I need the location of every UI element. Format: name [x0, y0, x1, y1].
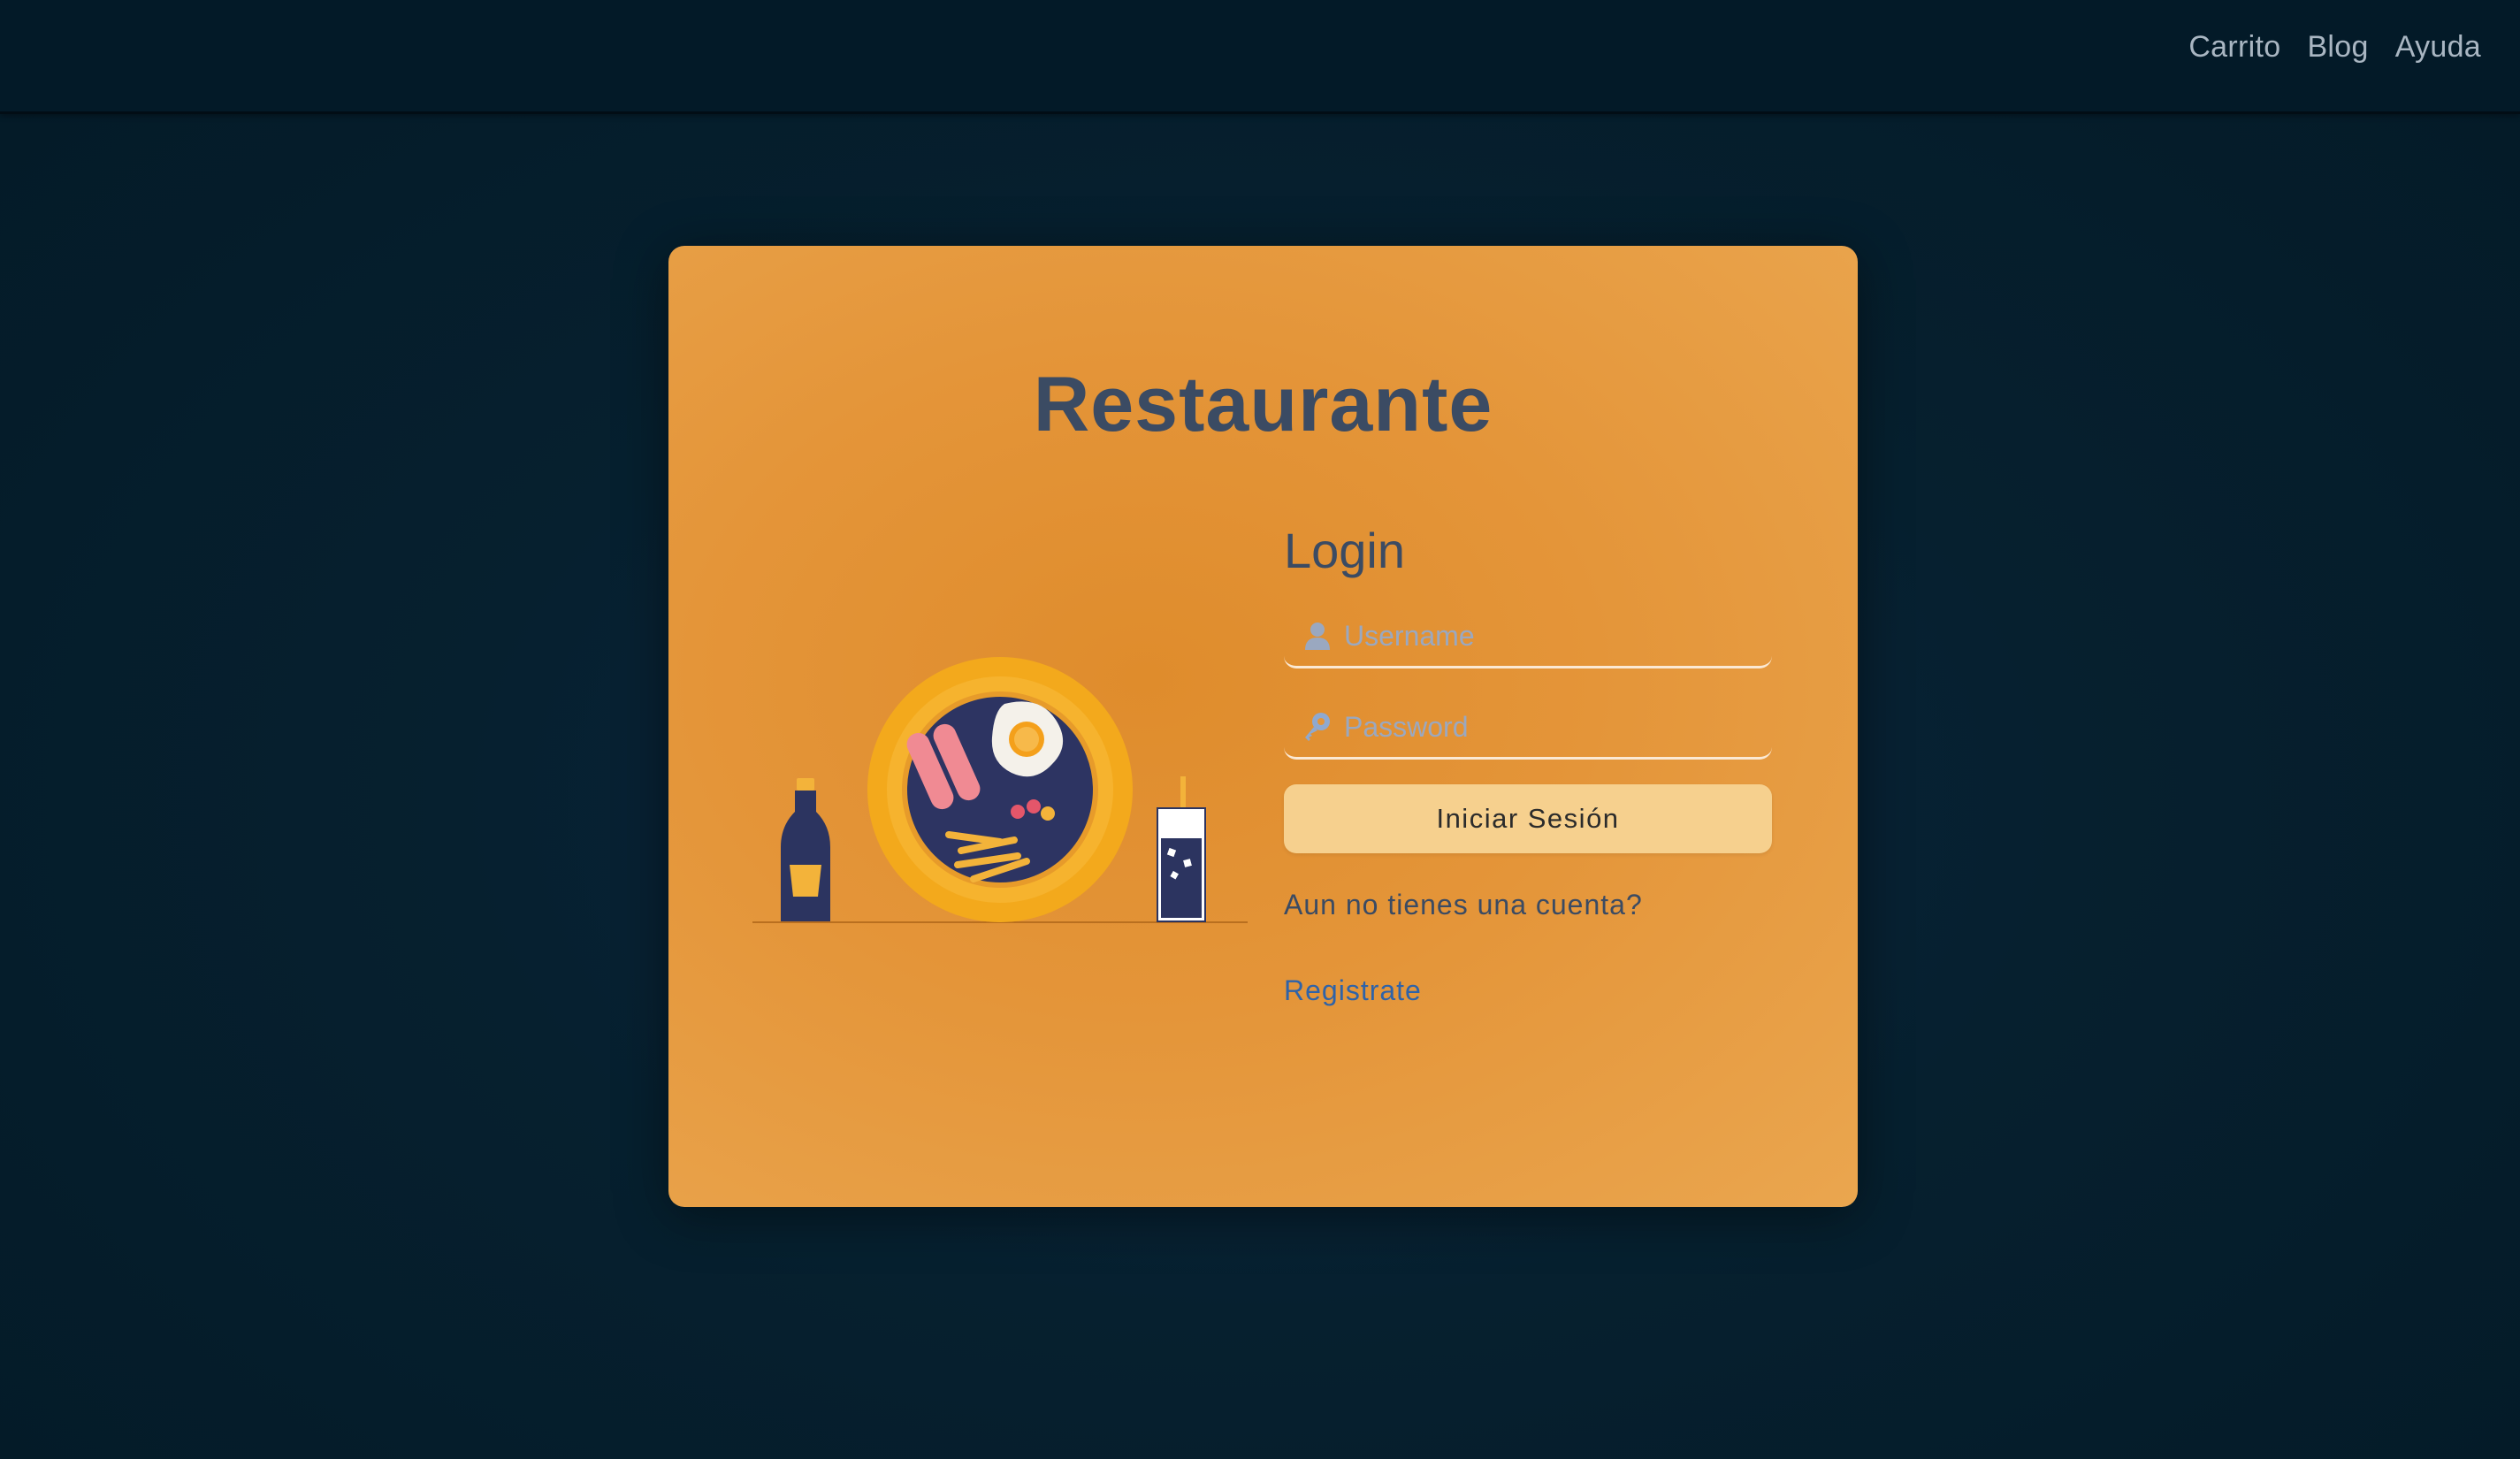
plate-icon	[867, 657, 1133, 922]
food-plate-illustration	[752, 657, 1248, 923]
bottle-icon	[781, 778, 830, 921]
nav-link-cart[interactable]: Carrito	[2188, 30, 2280, 65]
register-link[interactable]: Registrate	[1284, 974, 1422, 1007]
password-input[interactable]	[1342, 706, 1761, 748]
username-input[interactable]	[1342, 615, 1761, 657]
top-navbar: Carrito Blog Ayuda	[0, 0, 2520, 114]
login-button[interactable]: Iniciar Sesión	[1284, 784, 1772, 853]
login-heading: Login	[1284, 523, 1406, 578]
login-form: Login Iniciar Sesión Aun no tienes una c…	[1284, 522, 1775, 1007]
key-icon	[1305, 713, 1330, 741]
login-card: Restaurante Login Username Iniciar Sesió…	[668, 246, 1858, 1207]
nav-link-help[interactable]: Ayuda	[2395, 30, 2481, 65]
top-nav-links: Carrito Blog Ayuda	[2188, 30, 2481, 65]
restaurant-title: Restaurante	[1033, 360, 1493, 447]
drink-glass-icon	[1157, 776, 1206, 922]
user-icon	[1305, 623, 1330, 650]
username-field	[1284, 606, 1772, 668]
nav-link-blog[interactable]: Blog	[2307, 30, 2368, 65]
password-field	[1284, 697, 1772, 760]
no-account-text: Aun no tienes una cuenta?	[1284, 889, 1643, 920]
